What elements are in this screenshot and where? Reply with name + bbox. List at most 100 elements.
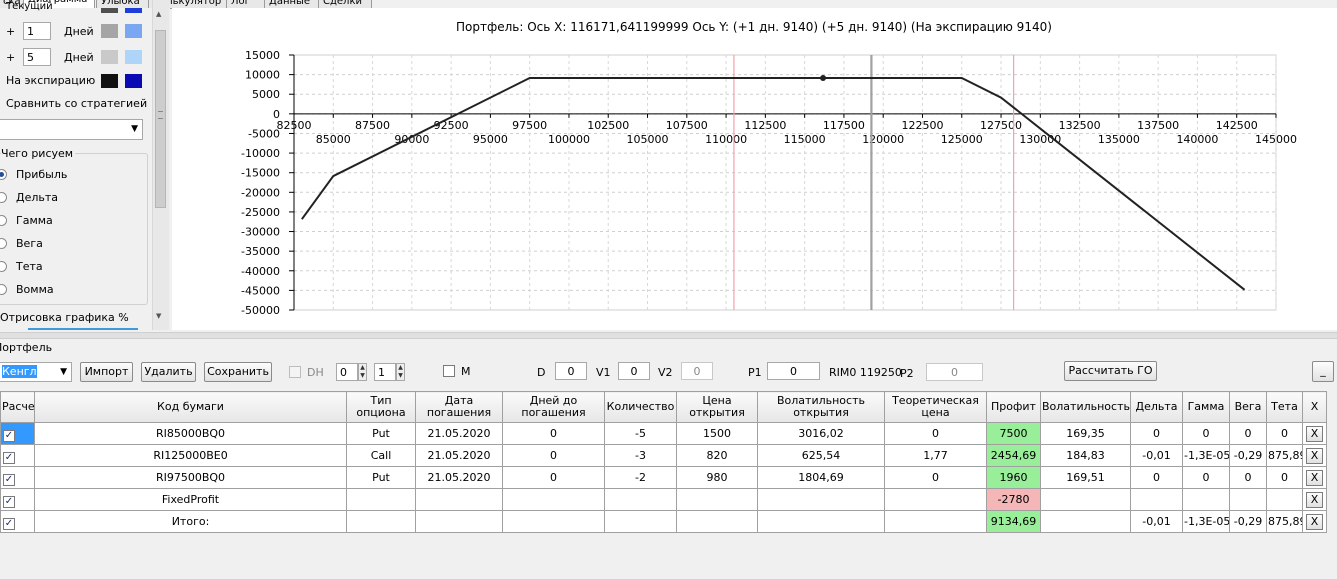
cell-profit: 2454,69 [986, 444, 1041, 467]
cell-code: RI125000BE0 [34, 444, 347, 467]
x-tick-label-lower: 140000 [1176, 133, 1218, 146]
col-header-theo[interactable]: Теоретическая цена [884, 391, 987, 423]
x-tick-label-upper: 82500 [277, 119, 312, 132]
delete-button[interactable]: Удалить [141, 362, 196, 382]
col-header-profit[interactable]: Профит [986, 391, 1041, 423]
table-row[interactable]: ✓ RI97500BQ0 Put 21.05.2020 0 -2 980 180… [0, 466, 1327, 489]
row-checkbox-cell[interactable]: ✓ [0, 444, 35, 467]
remove-row-button[interactable]: X [1306, 447, 1323, 464]
remove-row-button[interactable]: X [1306, 425, 1323, 442]
import-button[interactable]: Импорт [80, 362, 133, 382]
cell-theo: 1,77 [884, 444, 987, 467]
cell-theta: 0 [1266, 466, 1303, 489]
x-tick-label-upper: 142500 [1216, 119, 1258, 132]
cell-qty: -5 [604, 422, 677, 445]
cell-delta: -0,01 [1130, 510, 1183, 533]
cell-remove: X [1302, 444, 1327, 467]
row-checkbox[interactable]: ✓ [3, 473, 15, 486]
remove-row-button[interactable]: X [1306, 469, 1323, 486]
remove-row-button[interactable]: X [1306, 491, 1323, 508]
row-checkbox-cell[interactable]: ✓ [0, 466, 35, 489]
col-header-qty[interactable]: Количество [604, 391, 677, 423]
y-tick-label: -10000 [241, 147, 280, 160]
cell-vol-open: 3016,02 [757, 422, 885, 445]
col-header-theta[interactable]: Тета [1266, 391, 1303, 423]
cell-qty: -3 [604, 444, 677, 467]
splitter[interactable] [0, 332, 1337, 339]
table-row[interactable]: ✓ RI125000BE0 Call 21.05.2020 0 -3 820 6… [0, 444, 1327, 467]
col-header-days[interactable]: Дней до погашения [502, 391, 605, 423]
p1-input[interactable]: 0 [767, 362, 820, 380]
v2-input[interactable]: 0 [681, 362, 713, 380]
cell-theta: 875,89 [1266, 444, 1303, 467]
cell-theta [1266, 488, 1303, 511]
dh-spin-1[interactable]: 0 [336, 363, 358, 381]
cell-remove: X [1302, 422, 1327, 445]
positions-table: Расчет Код бумаги Тип опциона Дата погаш… [0, 391, 1327, 533]
cell-theta: 0 [1266, 422, 1303, 445]
y-tick-label: -25000 [241, 206, 280, 219]
table-row[interactable]: ✓ FixedProfit -2780 X [0, 488, 1327, 511]
cell-qty [604, 510, 677, 533]
col-header-type[interactable]: Тип опциона [346, 391, 416, 423]
row-checkbox[interactable]: ✓ [3, 451, 15, 464]
cell-days [502, 488, 605, 511]
cell-vega: 0 [1229, 466, 1267, 489]
m-checkbox[interactable] [443, 365, 455, 377]
dh-spin-2-arrows[interactable]: ▲ ▼ [396, 363, 405, 381]
table-row-total[interactable]: ✓ Итого: 9134,69 -0,01 -1,3E-05 -0,29 87… [0, 510, 1327, 533]
cell-remove: X [1302, 466, 1327, 489]
d-input[interactable]: 0 [555, 362, 587, 380]
v2-label: V2 [658, 366, 673, 379]
col-header-price[interactable]: Цена открытия [676, 391, 758, 423]
remove-row-button[interactable]: X [1306, 513, 1323, 530]
y-tick-label: -20000 [241, 186, 280, 199]
x-tick-label-lower: 110000 [705, 133, 747, 146]
col-header-vol[interactable]: Волатильность [1040, 391, 1131, 423]
row-checkbox[interactable]: ✓ [3, 495, 15, 508]
col-header-code[interactable]: Код бумаги [34, 391, 347, 423]
cell-vega: 0 [1229, 422, 1267, 445]
row-checkbox-cell[interactable]: ✓ [0, 422, 35, 445]
cell-vol [1040, 488, 1131, 511]
col-header-vega[interactable]: Вега [1229, 391, 1267, 423]
cursor-point [820, 74, 827, 81]
calc-go-button[interactable]: Рассчитать ГО [1064, 361, 1157, 381]
cell-vol: 169,51 [1040, 466, 1131, 489]
cell-type: Put [346, 466, 416, 489]
table-row[interactable]: ✓ RI85000BQ0 Put 21.05.2020 0 -5 1500 30… [0, 422, 1327, 445]
x-tick-label-lower: 120000 [862, 133, 904, 146]
cell-qty: -2 [604, 466, 677, 489]
cell-type [346, 510, 416, 533]
x-tick-label-upper: 122500 [901, 119, 943, 132]
cell-vol [1040, 510, 1131, 533]
dh-spin-2[interactable]: 1 [374, 363, 396, 381]
strategy-select[interactable]: Кенгл ▼ [0, 362, 72, 382]
cell-theo: 0 [884, 422, 987, 445]
m-label: M [461, 365, 471, 378]
row-checkbox-cell[interactable]: ✓ [0, 510, 35, 533]
col-header-delta[interactable]: Дельта [1130, 391, 1183, 423]
profit-chart[interactable]: 150001000050000-5000-10000-15000-20000-2… [0, 0, 1337, 335]
cell-vol: 169,35 [1040, 422, 1131, 445]
row-checkbox[interactable]: ✓ [3, 429, 15, 442]
cell-profit: -2780 [986, 488, 1041, 511]
col-header-date[interactable]: Дата погашения [415, 391, 503, 423]
cell-delta: 0 [1130, 422, 1183, 445]
save-button[interactable]: Сохранить [204, 362, 272, 382]
cell-days: 0 [502, 466, 605, 489]
minimize-button[interactable]: _ [1312, 361, 1334, 382]
dh-checkbox[interactable] [289, 366, 301, 378]
col-header-x[interactable]: X [1302, 391, 1327, 423]
row-checkbox-cell[interactable]: ✓ [0, 488, 35, 511]
p2-input[interactable]: 0 [926, 363, 983, 381]
cell-vega: -0,29 [1229, 510, 1267, 533]
col-header-vol-open[interactable]: Волатильность открытия [757, 391, 885, 423]
col-header-calc[interactable]: Расчет [0, 391, 35, 423]
dh-spin-1-arrows[interactable]: ▲ ▼ [358, 363, 367, 381]
row-checkbox[interactable]: ✓ [3, 517, 15, 530]
v1-input[interactable]: 0 [618, 362, 650, 380]
col-header-gamma[interactable]: Гамма [1182, 391, 1230, 423]
y-tick-label: -30000 [241, 226, 280, 239]
table-header-row: Расчет Код бумаги Тип опциона Дата погаш… [0, 391, 1327, 423]
